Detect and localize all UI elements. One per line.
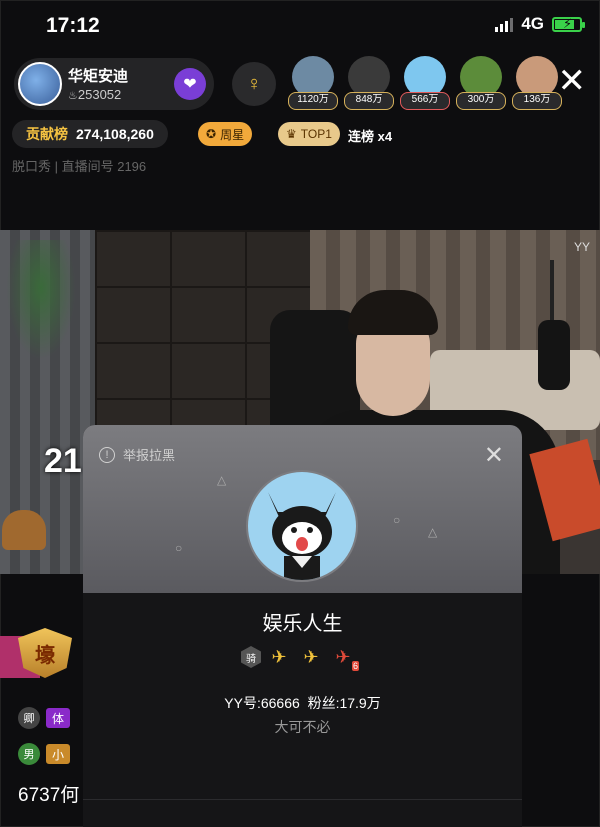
- viewer-avatar[interactable]: 1120万: [288, 56, 338, 110]
- plane-icon: ✈: [303, 646, 319, 667]
- yy-number: 66666: [260, 695, 300, 711]
- user-card-header: ! 举报拉黑 ✕ △ ○ △ ○: [83, 425, 522, 593]
- viewer-avatar[interactable]: 136万: [512, 56, 562, 110]
- viewer-count: 848万: [344, 92, 394, 110]
- viewer-avatar[interactable]: 300万: [456, 56, 506, 110]
- user-stats: YY号:66666 粉丝:17.9万: [224, 695, 381, 711]
- user-badges: 骑 ✈ ✈ ✈ 6: [241, 645, 359, 671]
- divider: [83, 799, 522, 800]
- viewer-count: 1120万: [288, 92, 338, 110]
- warning-icon: !: [99, 446, 115, 463]
- level-icon: 卿: [18, 707, 40, 729]
- fans-count: 17.9万: [339, 695, 381, 711]
- user-avatar[interactable]: [246, 470, 358, 582]
- viewer-count: 136万: [512, 92, 562, 110]
- circle-icon: ○: [175, 541, 183, 555]
- chat-tag: 体: [46, 708, 71, 728]
- viewer-count: 300万: [456, 92, 506, 110]
- top-rank-badge[interactable]: ♛ TOP1: [278, 122, 340, 146]
- streamer: [338, 290, 448, 440]
- crown-icon: ♛: [286, 127, 297, 141]
- close-icon[interactable]: ✕: [484, 441, 504, 470]
- contribution-value: 274,108,260: [76, 126, 154, 142]
- status-time: 17:12: [46, 14, 100, 37]
- guard-icon[interactable]: ♀: [232, 62, 276, 106]
- host-avatar[interactable]: [18, 62, 62, 106]
- plant: [6, 240, 76, 360]
- contribution-ranking[interactable]: 贡献榜 274,108,260: [12, 120, 168, 148]
- room-info: 脱口秀 | 直播间号 2196: [12, 159, 147, 174]
- network-label: 4G: [521, 14, 544, 33]
- user-name: 娱乐人生: [262, 613, 343, 635]
- plane-icon: ✈: [271, 646, 287, 667]
- video-corner-text: 21: [44, 442, 82, 480]
- yy-watermark: YY: [573, 240, 590, 254]
- viewer-avatar[interactable]: 566万: [400, 56, 450, 110]
- triangle-icon: △: [428, 525, 438, 539]
- close-icon[interactable]: ✕: [558, 64, 587, 98]
- heart-icon: ❤: [183, 76, 197, 93]
- chat-message[interactable]: 卿 体: [18, 706, 71, 730]
- circle-icon: ○: [393, 513, 401, 527]
- weekly-star-badge[interactable]: ✪ 周星: [198, 122, 253, 146]
- chat-tag: 小: [46, 744, 71, 764]
- plane-icon: ✈ 6: [335, 646, 359, 671]
- fire-icon: ♨: [68, 90, 78, 102]
- host-name: 华矩安迪: [68, 68, 129, 85]
- microphone: [528, 260, 578, 390]
- chat-text: 6737何: [18, 785, 80, 806]
- host-id: ♨253052: [68, 87, 122, 102]
- battery-icon: ⚡: [552, 16, 585, 32]
- user-card-body: 娱乐人生 骑 ✈ ✈ ✈ 6 YY号:66666 粉丝:17.9万 大可不必: [83, 593, 522, 827]
- vip-badge: 壕: [18, 628, 86, 684]
- triangle-icon: △: [217, 473, 227, 487]
- viewer-avatar[interactable]: 848万: [344, 56, 394, 110]
- user-card: ! 举报拉黑 ✕ △ ○ △ ○ 娱乐人生 骑 ✈ ✈ ✈ 6 YY号:6666…: [83, 425, 522, 827]
- star-icon: ✪: [206, 127, 217, 141]
- status-indicators: 4G ⚡: [495, 14, 585, 34]
- shield-icon: 壕: [18, 628, 72, 678]
- streak-label: 连榜 x4: [348, 129, 393, 144]
- burger: [2, 510, 46, 550]
- viewer-count: 566万: [400, 92, 450, 110]
- level-icon: 男: [18, 743, 40, 765]
- follow-button[interactable]: ❤: [174, 68, 206, 100]
- top-viewers: 1120万 848万 566万 300万 136万: [288, 56, 562, 110]
- signal-icon: [495, 16, 514, 32]
- contribution-label: 贡献榜: [26, 126, 68, 142]
- level-badge-icon: 骑: [241, 646, 261, 668]
- chat-message[interactable]: 男 小: [18, 742, 71, 766]
- report-button[interactable]: ! 举报拉黑: [99, 445, 175, 464]
- host-info[interactable]: 华矩安迪 ♨253052 ❤: [14, 58, 214, 110]
- user-signature: 大可不必: [274, 719, 331, 735]
